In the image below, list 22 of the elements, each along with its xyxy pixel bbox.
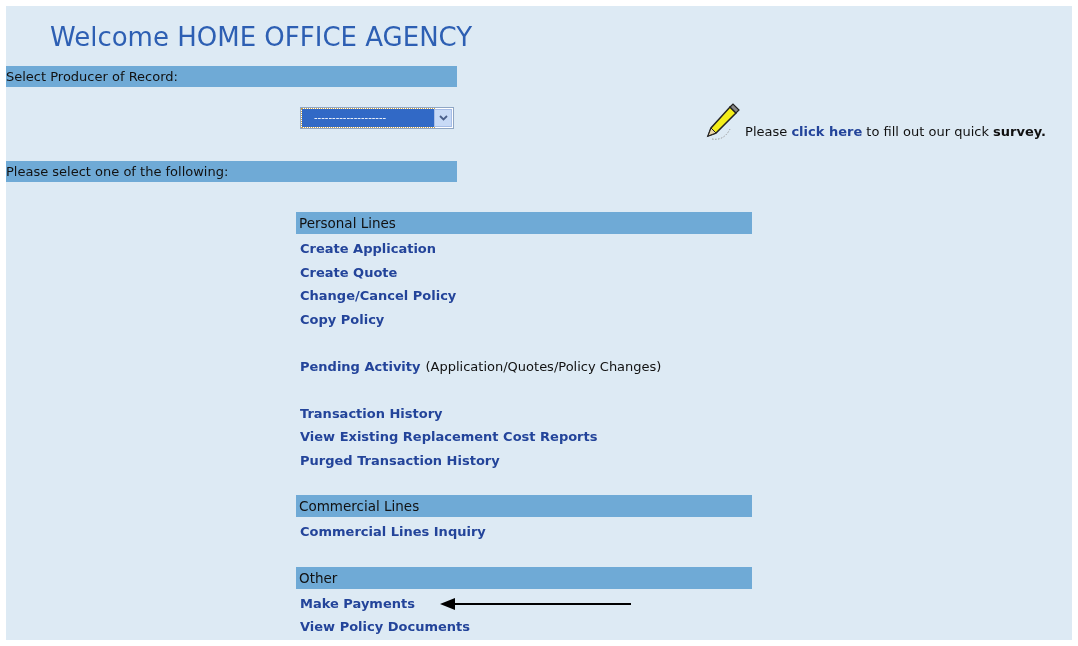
producer-select[interactable]: -------------------- xyxy=(300,107,454,129)
category-header: Other xyxy=(296,566,752,589)
category-header: Commercial Lines xyxy=(296,495,752,517)
menu-link[interactable]: View Existing Replacement Cost Reports xyxy=(300,425,598,449)
menu-link[interactable]: Purged Transaction History xyxy=(300,448,500,472)
menu-link[interactable]: Create Quote xyxy=(300,260,398,284)
chevron-down-icon xyxy=(438,115,448,121)
section-header: Please select one of the following: xyxy=(6,161,457,182)
menu-link[interactable]: Transaction History xyxy=(300,401,443,425)
survey-link[interactable]: click here xyxy=(791,123,863,139)
category-header: Personal Lines xyxy=(296,212,752,234)
menu-link[interactable]: Create Application xyxy=(300,237,437,261)
menu-link[interactable]: Commercial Lines Inquiry xyxy=(300,520,486,544)
menu-link[interactable]: View Policy Documents xyxy=(300,615,470,639)
menu-link[interactable]: Change/Cancel Policy xyxy=(300,284,457,308)
survey-text: Please click here to fill out our quick survey. xyxy=(745,122,1046,141)
page-title: Welcome HOME OFFICE AGENCY xyxy=(50,22,474,52)
menu-link[interactable]: Pending Activity xyxy=(300,354,421,378)
link-note: (Application/Quotes/Policy Changes) xyxy=(425,357,662,376)
menu-link[interactable]: Copy Policy xyxy=(300,307,385,331)
section-header: Select Producer of Record: xyxy=(6,66,457,87)
menu-link[interactable]: Make Payments xyxy=(300,591,415,615)
